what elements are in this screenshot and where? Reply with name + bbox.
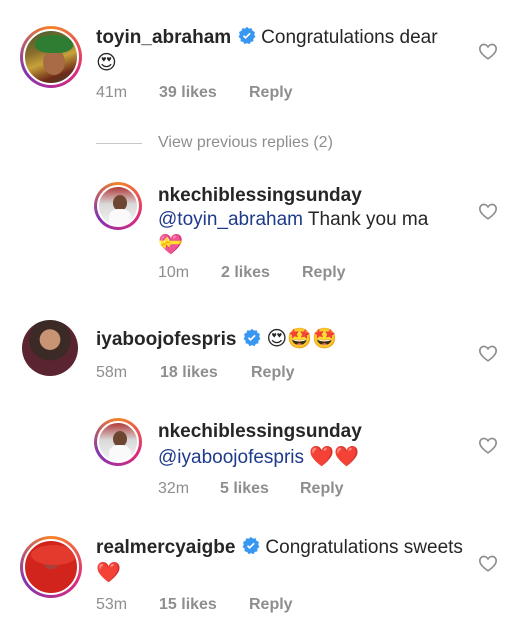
- avatar[interactable]: [20, 536, 82, 598]
- comment-username[interactable]: iyaboojofespris: [96, 329, 236, 350]
- reply-button[interactable]: Reply: [251, 364, 295, 382]
- verified-badge-icon: [244, 328, 261, 347]
- comment-time: 41m: [96, 84, 128, 101]
- likes-count[interactable]: 15 likes: [159, 596, 249, 614]
- like-heart-icon[interactable]: [478, 42, 498, 60]
- comment-emoji: 😍🤩🤩: [266, 326, 338, 350]
- avatar[interactable]: [94, 418, 142, 466]
- view-previous-replies[interactable]: View previous replies (2): [96, 134, 333, 152]
- reply-button[interactable]: Reply: [249, 596, 293, 614]
- reply-button[interactable]: Reply: [249, 84, 293, 102]
- reply-button[interactable]: Reply: [302, 264, 346, 282]
- likes-count[interactable]: 2 likes: [221, 264, 302, 282]
- mention-link[interactable]: @iyaboojofespris: [158, 447, 304, 468]
- comment-emoji: 💝: [158, 232, 183, 256]
- comment-text: Congratulations sweets: [265, 537, 463, 558]
- verified-badge-icon: [243, 536, 260, 555]
- comment-emoji: ❤️: [96, 560, 121, 584]
- comment-time: 58m: [96, 364, 128, 381]
- comment-time: 32m: [158, 480, 190, 497]
- like-heart-icon[interactable]: [478, 202, 498, 220]
- comment-username[interactable]: toyin_abraham: [96, 27, 231, 48]
- mention-link[interactable]: @toyin_abraham: [158, 209, 303, 230]
- like-heart-icon[interactable]: [478, 436, 498, 454]
- avatar[interactable]: [94, 182, 142, 230]
- likes-count[interactable]: 18 likes: [160, 364, 251, 382]
- comment-emoji: 😍: [96, 50, 117, 74]
- divider: [96, 142, 142, 144]
- verified-badge-icon: [238, 26, 256, 45]
- comment-text: Congratulations dear: [261, 27, 438, 48]
- comment-username[interactable]: realmercyaigbe: [96, 537, 235, 558]
- reply-button[interactable]: Reply: [300, 480, 344, 498]
- likes-count[interactable]: 39 likes: [159, 84, 249, 102]
- avatar[interactable]: [20, 26, 82, 88]
- like-heart-icon[interactable]: [478, 344, 498, 362]
- comment-username[interactable]: nkechiblessingsunday: [158, 185, 362, 206]
- comment-emoji: ❤️❤️: [309, 444, 360, 468]
- comment-username[interactable]: nkechiblessingsunday: [158, 421, 362, 442]
- comment-time: 10m: [158, 264, 190, 281]
- likes-count[interactable]: 5 likes: [220, 480, 300, 498]
- view-previous-replies-label[interactable]: View previous replies (2): [158, 134, 333, 152]
- avatar[interactable]: [22, 320, 78, 376]
- like-heart-icon[interactable]: [478, 554, 498, 572]
- comment-time: 53m: [96, 596, 128, 613]
- comment-text: Thank you ma: [307, 209, 429, 230]
